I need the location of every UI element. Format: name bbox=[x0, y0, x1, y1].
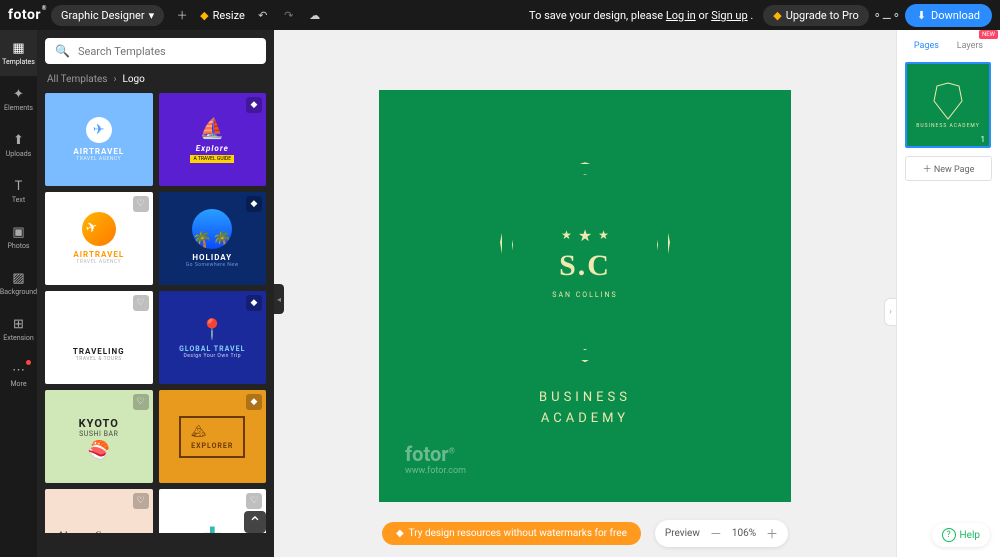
tab-layers[interactable]: Layers bbox=[953, 38, 987, 54]
favorite-icon[interactable]: ♡ bbox=[133, 394, 149, 410]
new-page-button[interactable]: ＋ New Page bbox=[905, 156, 992, 181]
diamond-icon: ◆ bbox=[200, 9, 208, 22]
signup-link[interactable]: Sign up bbox=[711, 9, 747, 22]
undo-icon[interactable]: ↶ bbox=[255, 7, 271, 23]
tab-pages[interactable]: Pages bbox=[910, 38, 943, 54]
help-icon: ? bbox=[942, 528, 956, 542]
search-input[interactable] bbox=[78, 45, 256, 58]
chevron-right-icon: › bbox=[113, 74, 116, 85]
template-item[interactable]: ◆📍GLOBAL TRAVELDesign Your Own Trip bbox=[159, 291, 267, 384]
templates-icon: ▦ bbox=[11, 40, 27, 56]
crumb-current: Logo bbox=[122, 74, 144, 85]
background-icon: ▨ bbox=[11, 270, 27, 286]
template-item[interactable]: ✈AIRTRAVELTRAVEL AGENCY bbox=[45, 93, 153, 186]
template-item[interactable]: ♡KYOTOSUSHI BAR🍣 bbox=[45, 390, 153, 483]
page-number: 1 bbox=[981, 135, 986, 144]
sidebar-item-text[interactable]: TText bbox=[0, 168, 37, 214]
upgrade-button[interactable]: ◆ Upgrade to Pro bbox=[763, 5, 869, 26]
preview-button[interactable]: Preview bbox=[665, 528, 700, 539]
collapse-panel-button[interactable]: ◂ bbox=[274, 284, 284, 314]
template-item[interactable]: ♡Always GorgeousBoutique bbox=[45, 489, 153, 533]
redo-icon[interactable]: ↷ bbox=[281, 7, 297, 23]
photos-icon: ▣ bbox=[11, 224, 27, 240]
sidebar-item-uploads[interactable]: ⬆Uploads bbox=[0, 122, 37, 168]
download-button[interactable]: ⬇ Download bbox=[905, 4, 992, 27]
template-grid: ✈AIRTRAVELTRAVEL AGENCY ◆⛵ExploreA TRAVE… bbox=[45, 93, 266, 533]
scroll-top-button[interactable]: ⌃ bbox=[244, 511, 266, 533]
template-item[interactable]: ♡✈AIRTRAVELTRAVEL AGENCY bbox=[45, 192, 153, 285]
shield-graphic[interactable]: ★★★ S.C SAN COLLINS bbox=[500, 162, 670, 362]
uploads-icon: ⬆ bbox=[11, 132, 27, 148]
share-icon[interactable]: ⚬⚊⚬ bbox=[879, 7, 895, 23]
login-link[interactable]: Log in bbox=[666, 9, 696, 22]
doc-type-dropdown[interactable]: Graphic Designer ▾ bbox=[51, 5, 164, 26]
cloud-sync-icon[interactable]: ☁ bbox=[307, 7, 323, 23]
template-item[interactable]: ◆⛵ExploreA TRAVEL GUIDE bbox=[159, 93, 267, 186]
diamond-icon: ◆ bbox=[773, 9, 781, 22]
sidebar-item-extension[interactable]: ⊞Extension bbox=[0, 306, 37, 352]
create-new-icon[interactable]: ＋ bbox=[174, 7, 190, 23]
chevron-down-icon: ▾ bbox=[149, 9, 155, 22]
shield-icon bbox=[931, 81, 965, 121]
favorite-icon[interactable]: ◆ bbox=[246, 394, 262, 410]
diamond-icon: ◆ bbox=[396, 528, 404, 539]
sidebar-item-background[interactable]: ▨Background bbox=[0, 260, 37, 306]
download-icon: ⬇ bbox=[917, 9, 926, 22]
search-templates[interactable]: 🔍 bbox=[45, 38, 266, 64]
breadcrumb: All Templates › Logo bbox=[45, 74, 266, 85]
zoom-out-button[interactable]: － bbox=[710, 525, 722, 542]
more-icon: ⋯ bbox=[11, 362, 27, 378]
sidebar-item-elements[interactable]: ✦Elements bbox=[0, 76, 37, 122]
resize-button[interactable]: ◆ Resize bbox=[200, 9, 245, 22]
new-badge: NEW bbox=[979, 30, 998, 39]
favorite-icon[interactable]: ◆ bbox=[246, 196, 262, 212]
elements-icon: ✦ bbox=[11, 86, 27, 102]
promo-banner[interactable]: ◆ Try design resources without watermark… bbox=[382, 522, 641, 545]
template-item[interactable]: ◆🌴🌴HOLIDAYGo Somewhere New bbox=[159, 192, 267, 285]
notification-dot bbox=[26, 360, 31, 365]
design-canvas[interactable]: ★★★ S.C SAN COLLINS BUSINESSACADEMY foto… bbox=[379, 90, 791, 502]
expand-right-panel-button[interactable]: › bbox=[884, 298, 896, 326]
zoom-control: Preview － 106% ＋ bbox=[655, 520, 788, 547]
favorite-icon[interactable]: ◆ bbox=[246, 295, 262, 311]
canvas-tagline[interactable]: BUSINESSACADEMY bbox=[539, 388, 631, 430]
template-item[interactable]: ♡🏔TRAVELINGTRAVEL & TOURS bbox=[45, 291, 153, 384]
brand-logo[interactable]: fotor® bbox=[8, 7, 41, 23]
save-prompt: To save your design, please Log in or Si… bbox=[529, 9, 753, 22]
help-button[interactable]: ? Help bbox=[932, 523, 990, 547]
search-icon: 🔍 bbox=[55, 44, 70, 58]
zoom-level[interactable]: 106% bbox=[732, 528, 756, 539]
favorite-icon[interactable]: ♡ bbox=[246, 493, 262, 509]
sidebar-item-photos[interactable]: ▣Photos bbox=[0, 214, 37, 260]
text-icon: T bbox=[11, 178, 27, 194]
crumb-all[interactable]: All Templates bbox=[47, 74, 107, 85]
page-thumbnail[interactable]: BUSINESS ACADEMY 1 bbox=[905, 62, 991, 148]
watermark: fotor® www.fotor.com bbox=[405, 442, 466, 476]
favorite-icon[interactable]: ♡ bbox=[133, 196, 149, 212]
favorite-icon[interactable]: ◆ bbox=[246, 97, 262, 113]
favorite-icon[interactable]: ♡ bbox=[133, 295, 149, 311]
sidebar-item-more[interactable]: ⋯More bbox=[0, 352, 37, 398]
sidebar-item-templates[interactable]: ▦Templates bbox=[0, 30, 37, 76]
favorite-icon[interactable]: ♡ bbox=[133, 493, 149, 509]
extension-icon: ⊞ bbox=[11, 316, 27, 332]
zoom-in-button[interactable]: ＋ bbox=[766, 525, 778, 542]
template-item[interactable]: ◆🏔EXPLORER bbox=[159, 390, 267, 483]
